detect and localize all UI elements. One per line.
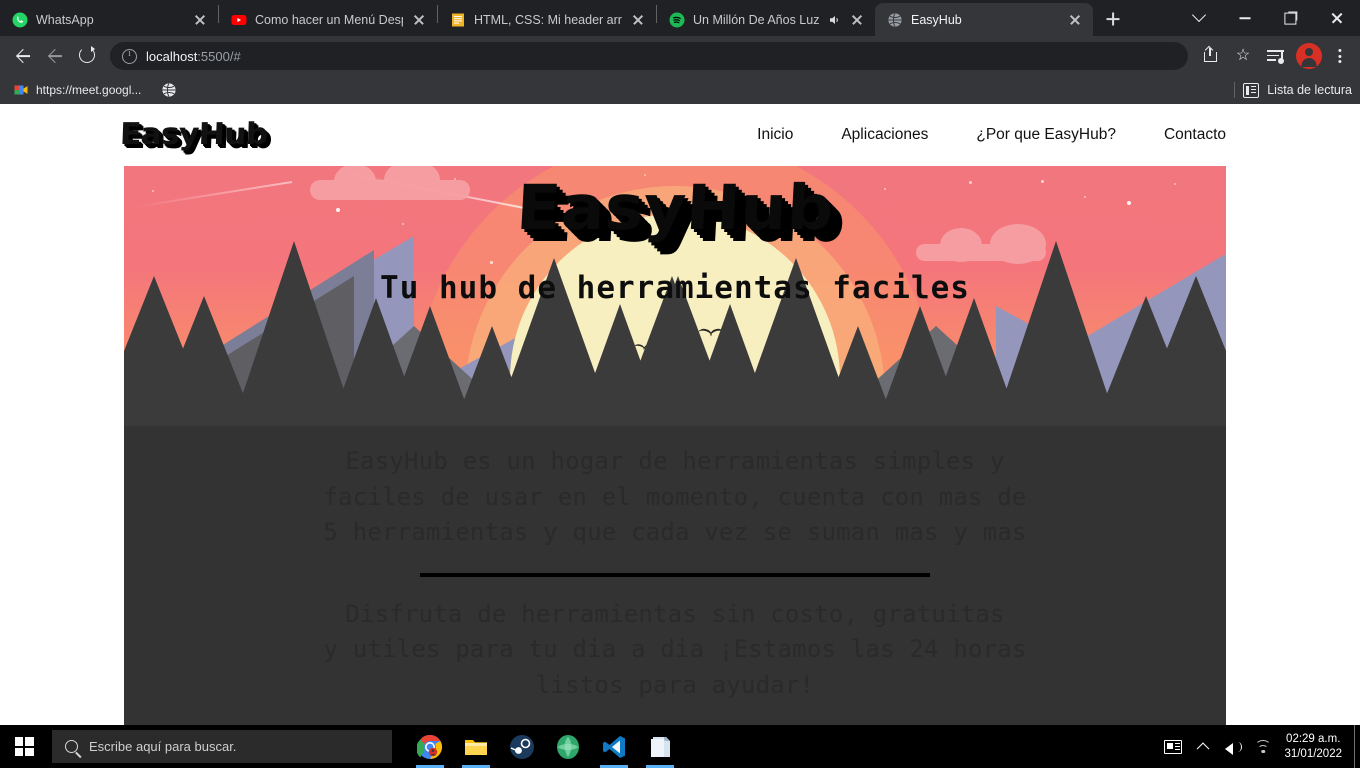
taskbar-app-sticky-notes[interactable] xyxy=(638,725,682,768)
bookmark-button[interactable]: ☆ xyxy=(1228,41,1258,71)
url-text: localhost:5500/# xyxy=(146,48,241,64)
close-icon[interactable] xyxy=(630,12,646,28)
reading-list-area: Lista de lectura xyxy=(1234,76,1352,104)
taskbar-search-input[interactable]: Escribe aquí para buscar. xyxy=(52,730,392,763)
show-desktop-button[interactable] xyxy=(1354,725,1360,768)
search-placeholder: Escribe aquí para buscar. xyxy=(89,739,237,754)
reading-list-label[interactable]: Lista de lectura xyxy=(1267,83,1352,97)
close-icon[interactable] xyxy=(411,12,427,28)
info-icon[interactable] xyxy=(122,48,137,64)
tab-audio-icon[interactable] xyxy=(827,13,841,27)
hero-title: EasyHub xyxy=(514,171,836,244)
browser-tab-whatsapp[interactable]: WhatsApp xyxy=(0,3,218,36)
bookmark-globe[interactable] xyxy=(154,79,184,101)
main-navigation: Inicio Aplicaciones ¿Por que EasyHub? Co… xyxy=(757,126,1226,144)
page-content-column: EasyHub Tu hub de herramientas faciles E… xyxy=(124,166,1226,725)
browser-tab-youtube[interactable]: Como hacer un Menú Desple xyxy=(219,3,437,36)
mountain-base xyxy=(124,420,1226,426)
document-icon xyxy=(450,12,466,28)
tab-title: Como hacer un Menú Desple xyxy=(255,12,403,27)
meet-icon xyxy=(13,82,29,98)
clock-time: 02:29 a.m. xyxy=(1286,732,1341,745)
start-button[interactable] xyxy=(0,725,48,768)
search-icon xyxy=(65,740,78,753)
close-icon[interactable] xyxy=(1314,0,1360,36)
taskbar-app-green[interactable] xyxy=(546,725,590,768)
kebab-menu-icon[interactable] xyxy=(1328,41,1352,71)
nav-item-contacto[interactable]: Contacto xyxy=(1164,126,1226,144)
star-icon: ☆ xyxy=(1235,47,1251,64)
nav-item-por-que-easyhub[interactable]: ¿Por que EasyHub? xyxy=(976,126,1116,144)
page-viewport: EasyHub Inicio Aplicaciones ¿Por que Eas… xyxy=(0,104,1360,725)
share-button[interactable] xyxy=(1196,41,1226,71)
clock-date: 31/01/2022 xyxy=(1284,747,1342,760)
media-control-icon xyxy=(1267,50,1284,64)
site-logo[interactable]: EasyHub xyxy=(119,117,268,152)
divider-rule xyxy=(420,572,930,577)
youtube-icon xyxy=(231,12,247,28)
tab-title: Un Millón De Años Luz - xyxy=(693,12,819,27)
bookmark-label: https://meet.googl... xyxy=(36,83,142,97)
browser-toolbar: localhost:5500/# ☆ xyxy=(0,36,1360,76)
media-control-button[interactable] xyxy=(1260,41,1290,71)
hero-subtitle: Tu hub de herramientas faciles xyxy=(380,270,970,306)
browser-tab-html-css[interactable]: HTML, CSS: Mi header arruin xyxy=(438,3,656,36)
browser-tab-easyhub[interactable]: EasyHub xyxy=(875,3,1093,36)
browser-tab-spotify[interactable]: Un Millón De Años Luz - xyxy=(657,3,875,36)
intro-section: EasyHub es un hogar de herramientas simp… xyxy=(124,426,1226,703)
volume-icon[interactable] xyxy=(1218,725,1248,768)
spotify-icon xyxy=(669,12,685,28)
intro-paragraph-2: Disfruta de herramientas sin costo, grat… xyxy=(323,599,1027,699)
close-icon[interactable] xyxy=(1067,12,1083,28)
share-icon xyxy=(1204,48,1219,62)
address-bar[interactable]: localhost:5500/# xyxy=(110,42,1188,70)
show-hidden-icons-icon[interactable] xyxy=(1188,725,1218,768)
bookmark-meet[interactable]: https://meet.googl... xyxy=(6,79,148,101)
tab-title: EasyHub xyxy=(911,12,962,27)
close-icon[interactable] xyxy=(849,12,865,28)
star xyxy=(490,261,493,264)
news-icon[interactable] xyxy=(1158,725,1188,768)
taskbar-app-steam[interactable] xyxy=(500,725,544,768)
minimize-icon[interactable] xyxy=(1222,0,1268,36)
forward-button[interactable] xyxy=(40,41,70,71)
taskbar-app-vscode[interactable] xyxy=(592,725,636,768)
reload-button[interactable] xyxy=(72,41,102,71)
reading-list-icon[interactable] xyxy=(1243,82,1260,98)
system-tray: 02:29 a.m. 31/01/2022 xyxy=(1158,725,1360,768)
back-button[interactable] xyxy=(8,41,38,71)
taskbar-app-file-explorer[interactable] xyxy=(454,725,498,768)
windows-logo-icon xyxy=(14,737,34,756)
window-controls xyxy=(1176,0,1360,36)
new-tab-button[interactable] xyxy=(1099,5,1127,33)
taskbar-apps xyxy=(408,725,682,768)
bookmarks-bar: https://meet.googl... Lista de lectura xyxy=(0,76,1360,104)
nav-item-inicio[interactable]: Inicio xyxy=(757,126,793,144)
globe-icon xyxy=(887,12,903,28)
site-header: EasyHub Inicio Aplicaciones ¿Por que Eas… xyxy=(0,104,1360,166)
avatar[interactable] xyxy=(1296,43,1322,69)
browser-window: WhatsApp Como hacer un Menú Desple HTML,… xyxy=(0,0,1360,725)
nav-item-aplicaciones[interactable]: Aplicaciones xyxy=(841,126,928,144)
taskbar-app-chrome[interactable] xyxy=(408,725,452,768)
chevron-down-icon[interactable] xyxy=(1176,0,1222,36)
tab-title: WhatsApp xyxy=(36,12,94,27)
clock[interactable]: 02:29 a.m. 31/01/2022 xyxy=(1278,732,1352,762)
hero-banner: EasyHub Tu hub de herramientas faciles xyxy=(124,166,1226,426)
close-icon[interactable] xyxy=(192,12,208,28)
maximize-icon[interactable] xyxy=(1268,0,1314,36)
tab-title: HTML, CSS: Mi header arruin xyxy=(474,12,622,27)
wifi-icon[interactable] xyxy=(1248,725,1278,768)
windows-taskbar: Escribe aquí para buscar. 02:29 a.m. 31/… xyxy=(0,725,1360,768)
whatsapp-icon xyxy=(12,12,28,28)
intro-paragraph-1: EasyHub es un hogar de herramientas simp… xyxy=(323,447,1027,546)
tab-strip: WhatsApp Como hacer un Menú Desple HTML,… xyxy=(0,0,1360,36)
globe-icon xyxy=(161,82,177,98)
divider xyxy=(1234,82,1236,98)
